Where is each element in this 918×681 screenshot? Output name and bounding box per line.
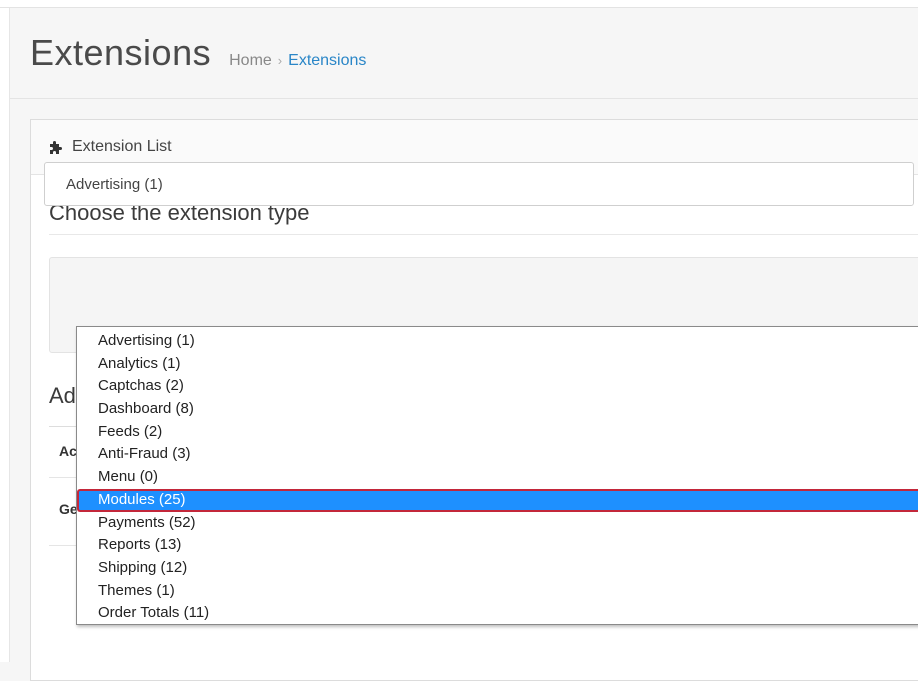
top-border [0, 0, 918, 8]
option-advertising[interactable]: Advertising (1) [77, 330, 918, 353]
option-anti-fraud[interactable]: Anti-Fraud (3) [77, 443, 918, 466]
table-cell: Ge [59, 501, 78, 517]
option-menu[interactable]: Menu (0) [77, 466, 918, 489]
extension-type-dropdown-list: Advertising (1) Analytics (1) Captchas (… [76, 326, 918, 625]
breadcrumb-separator: › [277, 53, 283, 68]
extension-type-select[interactable]: Advertising (1) [44, 162, 914, 206]
page-title: Extensions [30, 32, 212, 73]
breadcrumb: Home › Extensions [229, 52, 366, 70]
option-modules[interactable]: Modules (25) [77, 488, 918, 512]
obscured-heading: Ad [49, 383, 76, 408]
left-sidebar-edge [0, 8, 10, 662]
page-header: Extensions Home › Extensions [30, 32, 366, 74]
option-dashboard[interactable]: Dashboard (8) [77, 398, 918, 421]
breadcrumb-home-link[interactable]: Home [229, 52, 272, 70]
header-divider [10, 98, 918, 99]
panel-title: Extension List [72, 138, 172, 155]
option-reports[interactable]: Reports (13) [77, 534, 918, 557]
section-divider [49, 234, 918, 235]
option-payments[interactable]: Payments (52) [77, 512, 918, 535]
option-order-totals[interactable]: Order Totals (11) [77, 602, 918, 625]
option-themes[interactable]: Themes (1) [77, 580, 918, 603]
option-shipping[interactable]: Shipping (12) [77, 557, 918, 580]
table-header-cell: Ac [59, 443, 77, 459]
puzzle-icon [50, 141, 62, 154]
option-analytics[interactable]: Analytics (1) [77, 353, 918, 376]
breadcrumb-extensions-link[interactable]: Extensions [288, 52, 366, 70]
option-feeds[interactable]: Feeds (2) [77, 421, 918, 444]
option-captchas[interactable]: Captchas (2) [77, 375, 918, 398]
